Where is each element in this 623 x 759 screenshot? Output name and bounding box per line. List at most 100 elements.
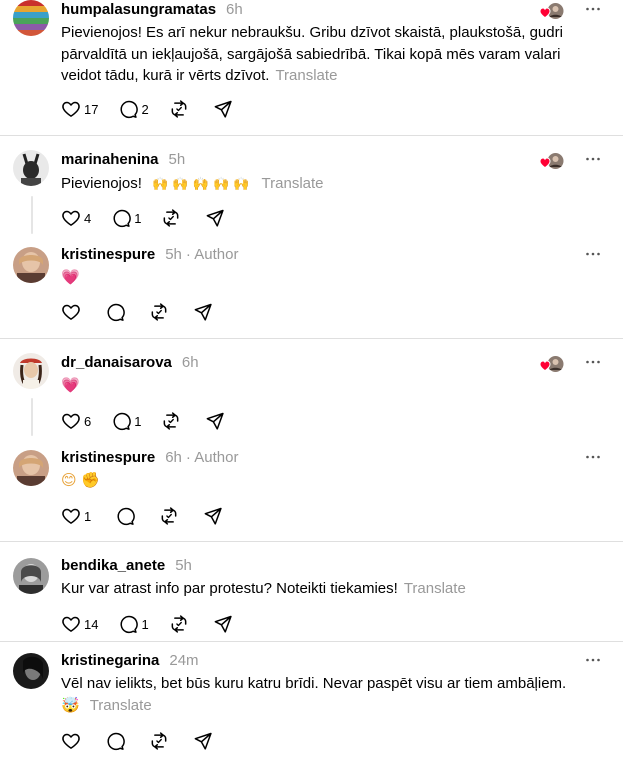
comment-icon (105, 302, 125, 322)
reply-count: 1 (141, 616, 149, 632)
translate-link[interactable]: Translate (262, 175, 324, 192)
more-icon[interactable] (585, 652, 601, 668)
username[interactable]: kristinespure (61, 246, 155, 263)
comment-icon (111, 208, 131, 228)
post-header: humpalasungramatas 6h (61, 1, 243, 18)
share-button[interactable] (205, 208, 225, 228)
share-icon (205, 411, 225, 431)
share-button[interactable] (205, 411, 225, 431)
reply-button[interactable]: 1 (111, 208, 147, 228)
timestamp[interactable]: 6h (182, 354, 199, 371)
emoji-pink-heart: 💗 (61, 268, 80, 286)
heart-icon (61, 506, 81, 526)
thread-post: bendika_anete 5h Kur var atrast info par… (0, 556, 623, 641)
reply-button[interactable] (115, 506, 135, 526)
liked-by-avatars-icon[interactable] (539, 152, 565, 170)
more-icon[interactable] (585, 246, 601, 262)
post-text-content: Vēl nav ielikts, bet būs kuru katru brīd… (61, 675, 567, 692)
more-icon[interactable] (585, 1, 601, 17)
thread-post: marinahenina 5h Pievienojos! 🙌 🙌 🙌 🙌 🙌 Tr… (0, 150, 623, 238)
heart-icon (61, 731, 81, 751)
like-button[interactable] (61, 302, 81, 322)
heart-icon (61, 208, 81, 228)
avatar[interactable] (13, 558, 49, 594)
repost-icon (149, 731, 169, 751)
translate-link[interactable]: Translate (275, 67, 337, 84)
like-count: 17 (84, 101, 99, 117)
share-button[interactable] (193, 731, 213, 751)
comment-icon (118, 99, 138, 119)
repost-button[interactable] (159, 506, 179, 526)
share-button[interactable] (203, 506, 223, 526)
post-header: kristinespure 6h · Author (61, 449, 238, 466)
repost-icon (149, 302, 169, 322)
share-icon (203, 506, 223, 526)
emoji-raising-hands: 🙌 🙌 🙌 🙌 🙌 (152, 177, 250, 192)
avatar[interactable] (13, 450, 49, 486)
translate-link[interactable]: Translate (90, 697, 152, 714)
timestamp[interactable]: 5h (175, 557, 192, 574)
reply-button[interactable]: 2 (118, 99, 154, 119)
thread-post: kristinespure 6h · Author 😊 ✊ 1 (0, 448, 623, 533)
action-bar: 17 2 (61, 98, 247, 120)
repost-button[interactable] (161, 208, 181, 228)
username[interactable]: marinahenina (61, 151, 159, 168)
like-button[interactable] (61, 731, 81, 751)
username[interactable]: humpalasungramatas (61, 1, 216, 18)
timestamp[interactable]: 5h (165, 246, 182, 263)
thread-line (31, 196, 33, 234)
like-button[interactable]: 6 (61, 411, 97, 431)
avatar[interactable] (13, 353, 49, 389)
like-button[interactable]: 17 (61, 99, 104, 119)
avatar[interactable] (13, 150, 49, 186)
timestamp[interactable]: 6h (226, 1, 243, 18)
author-badge: · Author (185, 449, 239, 466)
more-icon[interactable] (585, 151, 601, 167)
repost-button[interactable] (149, 731, 169, 751)
repost-button[interactable] (161, 411, 181, 431)
thread-post: dr_danaisarova 6h 💗 6 1 (0, 353, 623, 438)
avatar[interactable] (13, 653, 49, 689)
comment-icon (115, 506, 135, 526)
emoji-pink-heart: 💗 (61, 376, 80, 394)
divider (0, 541, 623, 542)
divider (0, 641, 623, 642)
repost-button[interactable] (169, 614, 189, 634)
share-button[interactable] (213, 614, 233, 634)
action-bar: 14 1 (61, 613, 247, 635)
liked-by-avatars-icon[interactable] (539, 355, 565, 373)
thread-line (31, 398, 33, 436)
avatar[interactable] (13, 0, 49, 36)
timestamp[interactable]: 5h (169, 151, 186, 168)
comment-icon (118, 614, 138, 634)
avatar[interactable] (13, 247, 49, 283)
like-button[interactable]: 14 (61, 614, 104, 634)
share-button[interactable] (213, 99, 233, 119)
like-count: 6 (84, 413, 92, 429)
reply-button[interactable]: 1 (118, 614, 154, 634)
username[interactable]: kristinespure (61, 449, 155, 466)
repost-button[interactable] (169, 99, 189, 119)
thread-post: kristinegarina 24m Vēl nav ielikts, bet … (0, 651, 623, 759)
more-icon[interactable] (585, 449, 601, 465)
reply-button[interactable] (105, 302, 125, 322)
post-text: Vēl nav ielikts, bet būs kuru katru brīd… (61, 673, 599, 716)
username[interactable]: dr_danaisarova (61, 354, 172, 371)
reply-button[interactable] (105, 731, 125, 751)
username[interactable]: bendika_anete (61, 557, 165, 574)
like-button[interactable]: 1 (61, 506, 97, 526)
timestamp[interactable]: 6h (165, 449, 182, 466)
like-count: 1 (84, 508, 92, 524)
share-button[interactable] (193, 302, 213, 322)
timestamp[interactable]: 24m (169, 652, 198, 669)
repost-button[interactable] (149, 302, 169, 322)
like-button[interactable]: 4 (61, 208, 97, 228)
username[interactable]: kristinegarina (61, 652, 159, 669)
liked-by-avatars-icon[interactable] (539, 2, 565, 20)
more-icon[interactable] (585, 354, 601, 370)
reply-button[interactable]: 1 (111, 411, 147, 431)
translate-link[interactable]: Translate (404, 580, 466, 597)
action-bar: 4 1 (61, 207, 239, 229)
thread-post: kristinespure 5h · Author 💗 (0, 245, 623, 330)
repost-icon (161, 208, 181, 228)
